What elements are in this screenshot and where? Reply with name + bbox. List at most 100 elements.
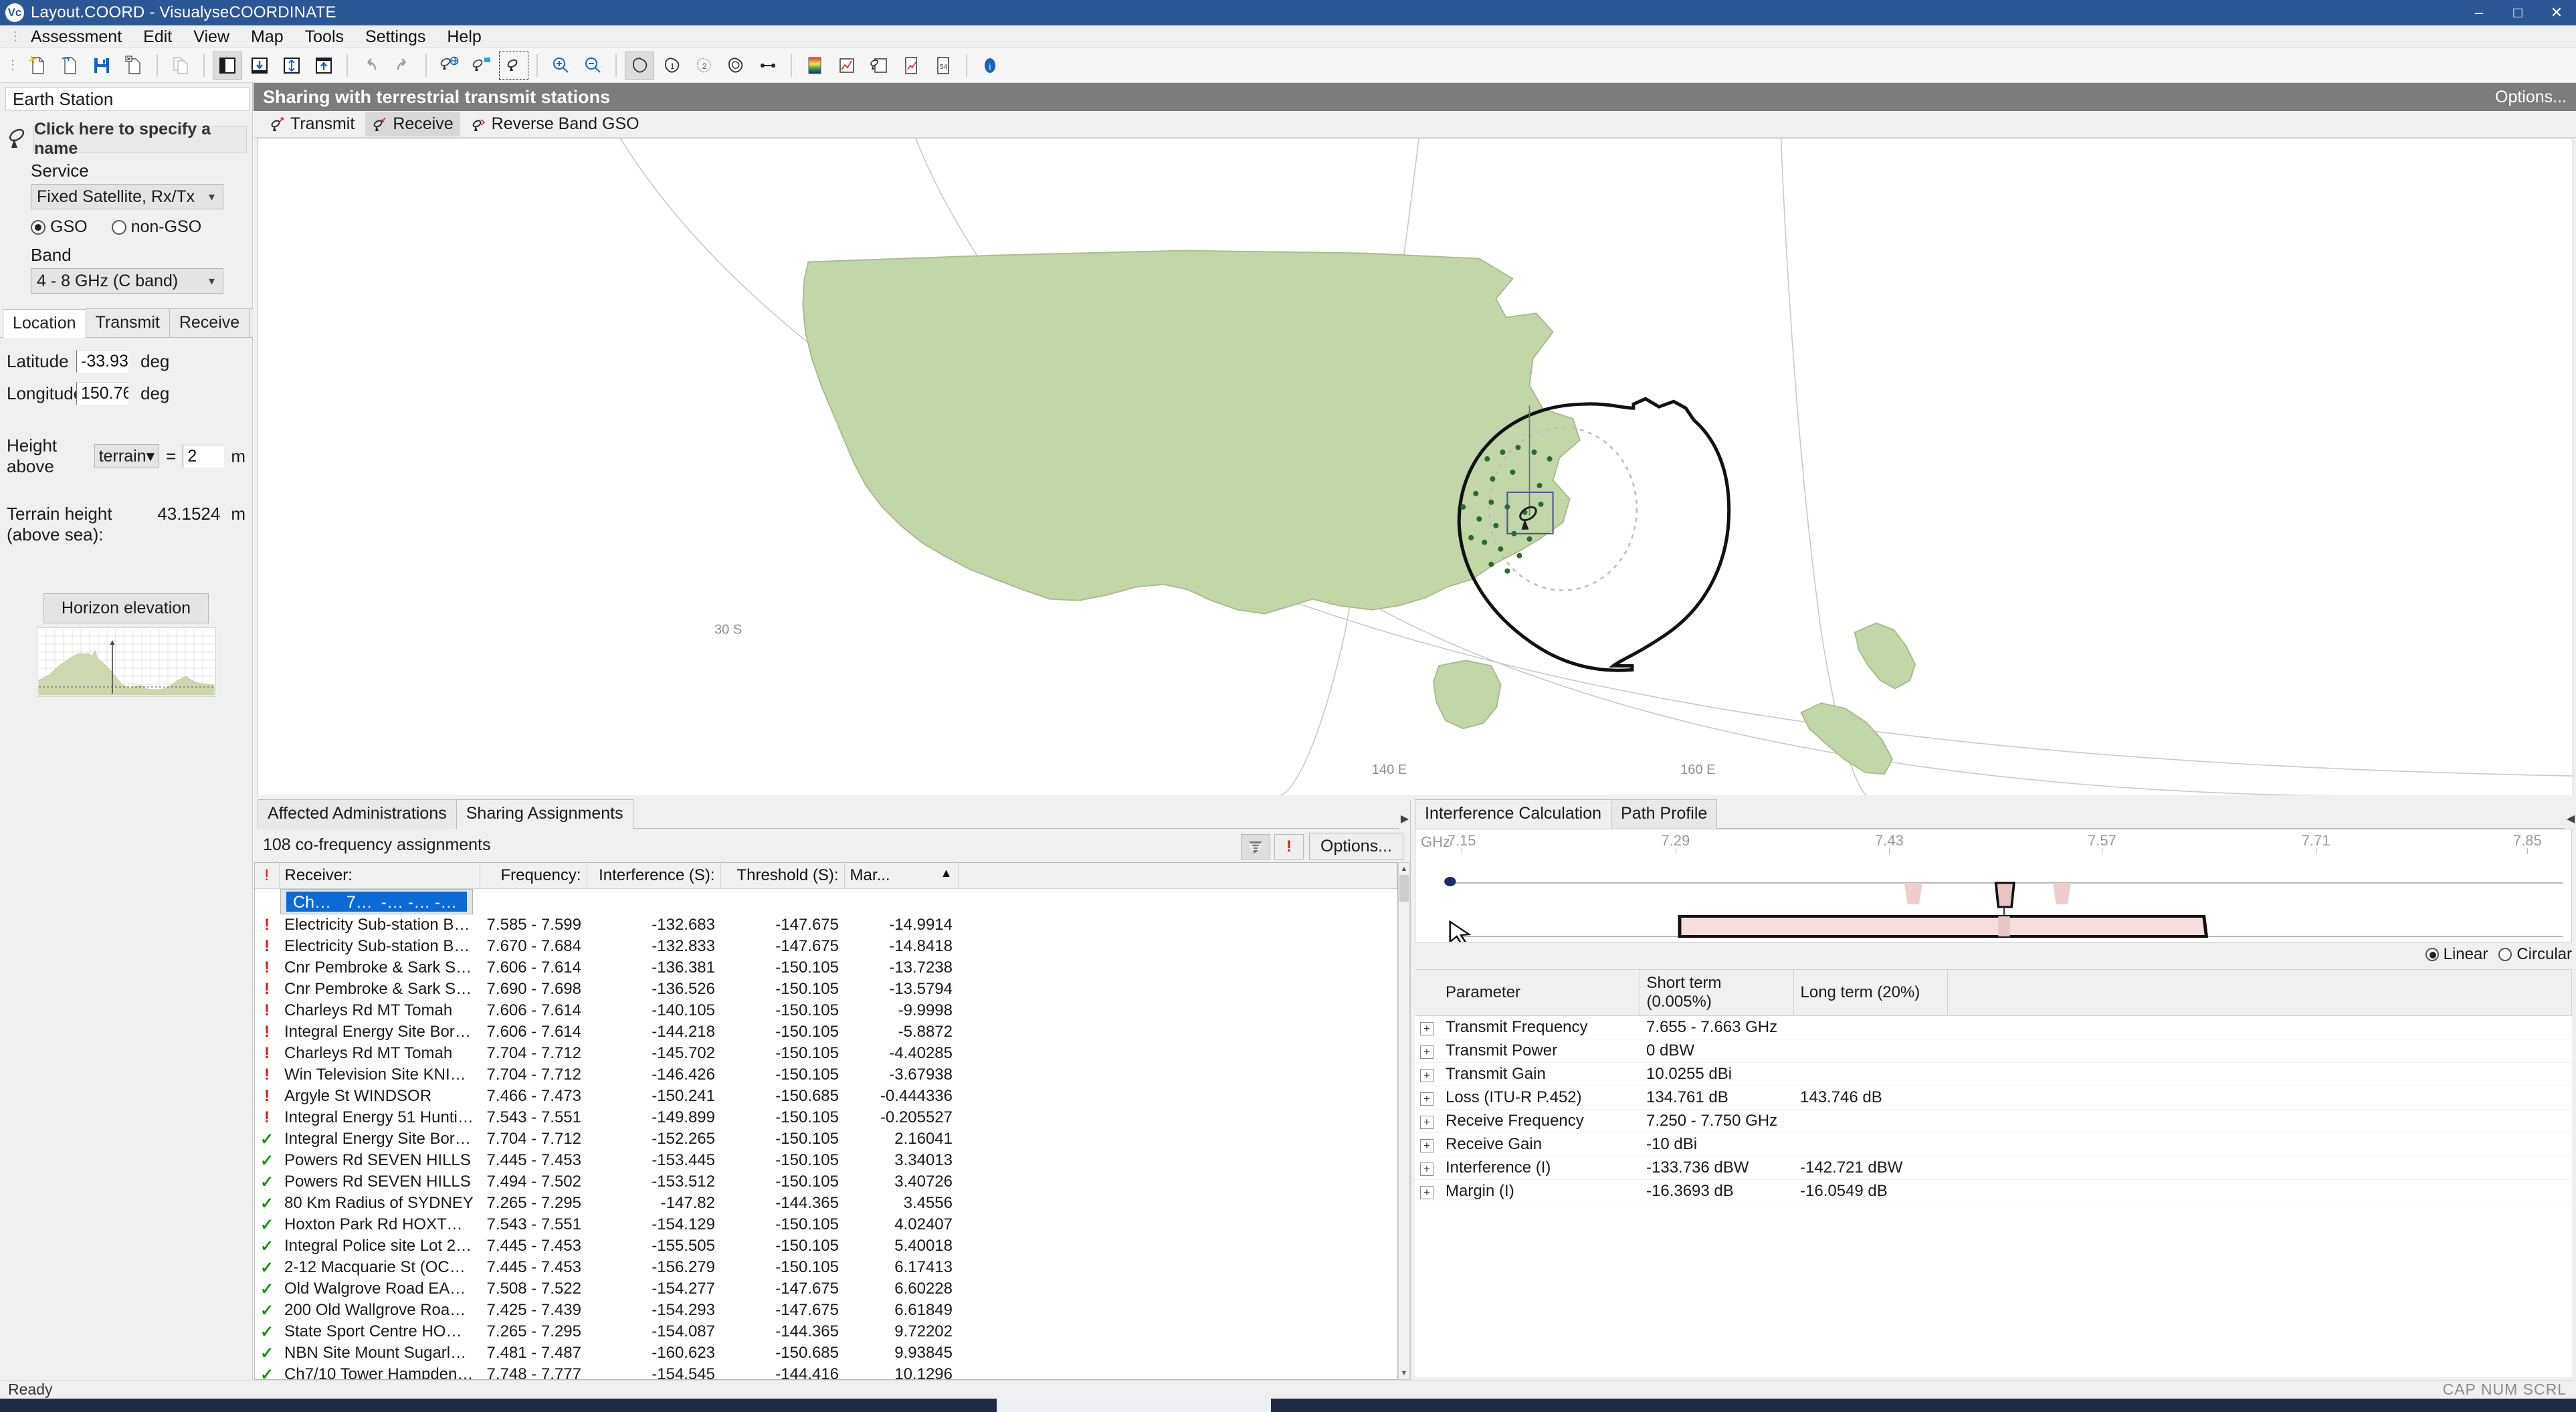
table-row[interactable]: ! Argyle St WINDSOR 7.466 - 7.473 -150.241 -… [255,1086,1397,1107]
table-row[interactable]: ✓ 80 Km Radius of SYDNEY 7.265 - 7.295 -147… [255,1193,1397,1214]
new-document-icon[interactable] [23,52,52,80]
close-button[interactable]: ✕ [2537,0,2576,25]
table-row[interactable]: ✓ Integral Police site Lot 22 Mount ... 7.… [255,1235,1397,1257]
col-parameter[interactable]: Parameter [1439,970,1640,1016]
assignments-grid[interactable]: ! Receiver: Frequency: Interference (S):… [254,862,1398,1380]
chart-station-icon[interactable] [864,52,894,80]
table-row[interactable]: ! Integral Energy 51 Huntingwood ... 7.543… [255,1107,1397,1128]
col-frequency[interactable]: Frequency: [480,863,587,889]
tab-interference-calculation[interactable]: Interference Calculation [1415,799,1612,829]
tab-transmit[interactable]: Transmit [85,308,170,337]
col-threshold[interactable]: Threshold (S): [720,863,845,889]
table-row[interactable]: ✓ NBN Site Mount Sugarloaf via NE... 7.481… [255,1342,1397,1364]
col-receiver[interactable]: Receiver: [279,863,480,889]
link-icon[interactable] [753,52,783,80]
col-interference[interactable]: Interference (S): [587,863,721,889]
scroll-up-icon[interactable]: ▲ [1399,863,1409,875]
warning-filter-icon[interactable]: ! [1274,833,1304,860]
layout-dock-top-icon[interactable] [309,52,338,80]
expand-parameter-icon[interactable]: + [1420,1069,1433,1082]
height-reference-dropdown[interactable]: terrain ▾ [94,444,160,468]
layout-dock-bottom-icon[interactable] [245,52,274,80]
table-row[interactable]: ✓ Powers Rd SEVEN HILLS 7.445 - 7.453 -153.… [255,1150,1397,1171]
expand-parameter-icon[interactable]: + [1420,1045,1433,1059]
panel-collapse-arrow-icon[interactable]: ◀ [2565,809,2576,829]
area-1-icon[interactable]: 1 [657,52,686,80]
chart-line-icon[interactable] [832,52,862,80]
map-canvas[interactable]: 30 S 140 E 160 E [258,138,2573,797]
service-dropdown[interactable]: Fixed Satellite, Rx/Tx ▾ [31,184,223,209]
filter-list-icon[interactable] [1241,833,1270,860]
table-row[interactable]: ! Integral Energy Site Border Roa... 7.606… [255,1021,1397,1043]
earth-station-flag-icon[interactable] [467,52,496,80]
expand-parameter-icon[interactable]: + [1420,1116,1433,1129]
maximize-button[interactable]: □ [2498,0,2537,25]
taskbar-active-window[interactable] [997,1399,1271,1412]
zoom-in-icon[interactable] [546,52,575,80]
table-row[interactable]: ✓ Powers Rd SEVEN HILLS 7.494 - 7.502 -153.… [255,1171,1397,1193]
col-long-term[interactable]: Long term (20%) [1793,970,1948,1016]
radio-circular[interactable] [2498,948,2512,961]
radio-non-gso[interactable] [111,219,126,235]
map-options-link[interactable]: Options... [2495,88,2567,107]
table-row[interactable]: ✓ 2-12 Macquarie St (OConnell St s... 7.44… [255,1257,1397,1278]
assignments-scrollbar[interactable]: ▲ ▼ [1398,862,1410,1380]
expand-parameter-icon[interactable]: + [1420,1022,1433,1035]
taskbar[interactable] [0,1399,2576,1412]
polarisation-linear-option[interactable]: Linear [2425,945,2488,964]
parameter-row[interactable]: + Loss (ITU-R P.452) 134.761 dB 143.746 dB [1415,1086,2572,1110]
parameter-row[interactable]: + Transmit Power 0 dBW [1415,1039,2572,1063]
menu-settings[interactable]: Settings [355,25,436,48]
area-2-icon[interactable]: 2 [689,52,718,80]
table-row[interactable]: ✓ Old Walgrove Road EASTERN CR... 7.508 - … [255,1278,1397,1300]
specify-name-button[interactable]: Click here to specify a name [33,120,247,158]
col-flag[interactable]: ! [255,863,280,889]
radio-linear[interactable] [2425,948,2439,961]
menu-map[interactable]: Map [240,25,294,48]
redo-icon[interactable] [388,52,417,80]
save-icon[interactable] [87,52,116,80]
panel-expand-arrow-icon[interactable]: ▶ [1399,809,1410,829]
table-row[interactable]: ! Win Television Site KNIGHTS HILL 7.704 -… [255,1064,1397,1086]
expand-parameter-icon[interactable]: + [1420,1186,1433,1199]
menu-help[interactable]: Help [436,25,492,48]
earth-station-select-icon[interactable] [499,51,528,80]
expand-parameter-icon[interactable]: + [1420,1163,1433,1176]
polarisation-circular-option[interactable]: Circular [2498,945,2572,964]
latitude-input[interactable] [76,350,128,373]
zoom-out-icon[interactable] [578,52,607,80]
radio-gso[interactable] [31,219,45,235]
spreadsheet-icon[interactable]: 54 [928,52,958,80]
map-tab-transmit[interactable]: Transmit [263,112,361,136]
area-nested-icon[interactable] [721,52,751,80]
area-blank-icon[interactable] [625,51,654,80]
menu-assessment[interactable]: Assessment [20,25,132,48]
layout-split-left-icon[interactable] [213,51,242,80]
tab-affected-administrations[interactable]: Affected Administrations [258,799,457,829]
col-margin[interactable]: Mar... ▲ [844,863,959,889]
table-row[interactable]: ✓ State Sport Centre HOMEBUSH B... 7.265 -… [255,1321,1397,1342]
menu-tools[interactable]: Tools [294,25,355,48]
table-row[interactable]: ✓ Ch7/10 Tower Hampden Road ... 7.748 - 7.… [255,1364,1397,1379]
parameter-row[interactable]: + Margin (I) -16.3693 dB -16.0549 dB [1415,1179,2572,1203]
open-document-icon[interactable] [55,52,84,80]
table-row[interactable]: ✓ Hoxton Park Rd HOXTON PARK 7.543 - 7.551… [255,1214,1397,1235]
tab-location[interactable]: Location [3,309,86,338]
copy-icon[interactable] [166,52,195,80]
table-row[interactable]: ! Cnr Pembroke & Sark Sts MINTO 7.606 - 7.… [255,957,1397,979]
parameter-row[interactable]: + Receive Gain -10 dBi [1415,1132,2572,1156]
table-row[interactable]: ! Cnr Pembroke & Sark Sts MINTO 7.690 - 7.… [255,979,1397,1000]
parameter-row[interactable]: + Receive Frequency 7.250 - 7.750 GHz [1415,1109,2572,1133]
close-document-icon[interactable] [119,52,148,80]
tab-path-profile[interactable]: Path Profile [1611,799,1718,829]
table-row[interactable]: ! Charleys Rd MT Tomah 7.704 - 7.712 -145.7… [255,1043,1397,1064]
table-row[interactable]: !Charleys Rd MT Tomah7.655 - 7.663-133.7… [280,889,473,914]
tab-receive[interactable]: Receive [169,308,250,337]
undo-icon[interactable] [356,52,385,80]
parameter-row[interactable]: + Transmit Gain 10.0255 dBi [1415,1062,2572,1086]
heatmap-icon[interactable] [800,52,829,80]
table-row[interactable]: ✓ 200 Old Wallgrove Road EASTER... 7.425 -… [255,1300,1397,1321]
menu-view[interactable]: View [183,25,240,48]
info-icon[interactable]: i [975,52,1005,80]
horizon-elevation-button[interactable]: Horizon elevation [43,593,209,623]
